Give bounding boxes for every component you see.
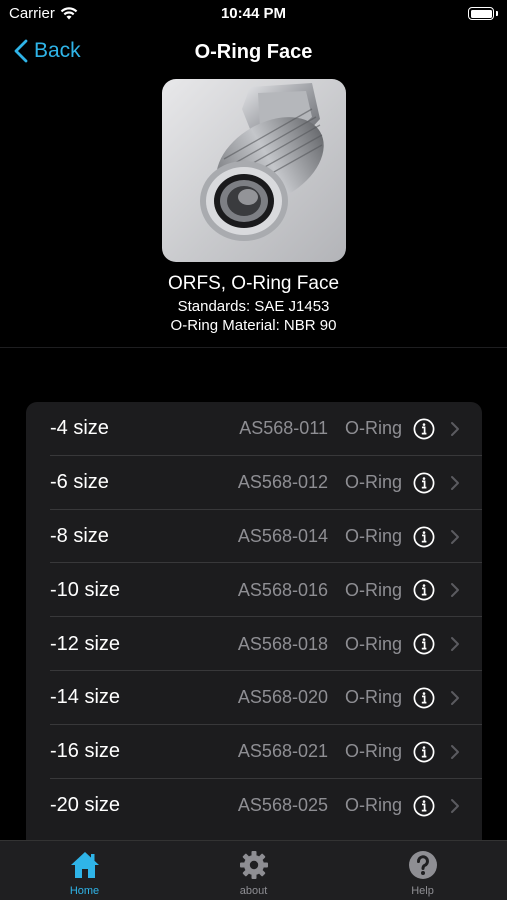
- battery-tip: [496, 11, 498, 16]
- tab-label: Home: [69, 885, 100, 897]
- size-row[interactable]: -6 size AS568-012 O-Ring: [26, 456, 482, 510]
- size-label: -14 size: [50, 686, 121, 709]
- part-type: O-Ring: [344, 741, 402, 762]
- size-row[interactable]: -20 size AS568-025 O-Ring: [26, 779, 482, 833]
- chevron-right-icon: [451, 529, 459, 544]
- part-type: O-Ring: [344, 525, 402, 546]
- size-label: -6 size: [50, 471, 109, 494]
- size-row[interactable]: -12 size AS568-018 O-Ring: [26, 617, 482, 671]
- size-label: -4 size: [50, 417, 109, 440]
- gear-icon: [239, 851, 268, 879]
- part-number: AS568-020: [237, 687, 328, 708]
- part-number: AS568-014: [237, 525, 328, 546]
- part-number: AS568-018: [237, 633, 328, 654]
- part-type: O-Ring: [344, 633, 402, 654]
- status-time: 10:44 PM: [220, 5, 287, 22]
- part-type: O-Ring: [344, 794, 402, 815]
- tab-bar: Home about Help: [0, 840, 507, 900]
- fitting-name: ORFS, O-Ring Face: [167, 273, 340, 294]
- info-icon[interactable]: [413, 741, 435, 763]
- chevron-right-icon: [451, 798, 459, 813]
- size-row[interactable]: -10 size AS568-016 O-Ring: [26, 563, 482, 617]
- part-number: AS568-012: [237, 472, 328, 493]
- info-icon[interactable]: [413, 418, 435, 440]
- part-number: AS568-016: [237, 579, 328, 600]
- size-row[interactable]: -16 size AS568-021 O-Ring: [26, 725, 482, 779]
- size-label: -10 size: [50, 578, 121, 601]
- info-icon[interactable]: [413, 687, 435, 709]
- size-label: -8 size: [50, 524, 109, 547]
- chevron-right-icon: [451, 583, 459, 598]
- chevron-right-icon: [451, 637, 459, 652]
- fitting-standards: Standards: SAE J1453: [177, 298, 330, 315]
- info-icon[interactable]: [413, 633, 435, 655]
- home-icon: [70, 852, 99, 878]
- chevron-right-icon: [451, 690, 459, 705]
- fitting-material: O-Ring Material: NBR 90: [170, 317, 337, 334]
- part-type: O-Ring: [344, 579, 402, 600]
- tab-label: about: [239, 885, 268, 897]
- battery-icon: [468, 7, 494, 20]
- chevron-right-icon: [451, 744, 459, 759]
- size-list: -4 size AS568-011 O-Ring -6 size AS568-0…: [26, 402, 482, 840]
- info-icon[interactable]: [413, 579, 435, 601]
- tab-home[interactable]: Home: [0, 841, 169, 900]
- chevron-right-icon: [451, 422, 459, 436]
- fitting-photo: [162, 79, 346, 262]
- navigation-bar: Back O-Ring Face: [0, 30, 507, 76]
- part-type: O-Ring: [344, 418, 402, 439]
- help-icon: [408, 851, 437, 879]
- part-number: AS568-011: [239, 418, 328, 439]
- divider: [0, 347, 507, 348]
- tab-help[interactable]: Help: [338, 841, 507, 900]
- info-icon[interactable]: [413, 795, 435, 817]
- tab-about[interactable]: about: [169, 841, 338, 900]
- size-row[interactable]: -4 size AS568-011 O-Ring: [26, 402, 482, 456]
- page-title: O-Ring Face: [194, 41, 313, 63]
- part-number: AS568-021: [237, 741, 328, 762]
- size-label: -16 size: [50, 740, 121, 763]
- info-icon[interactable]: [413, 472, 435, 494]
- part-type: O-Ring: [344, 472, 402, 493]
- chevron-right-icon: [451, 475, 459, 490]
- info-icon[interactable]: [413, 526, 435, 548]
- size-label: -12 size: [50, 632, 121, 655]
- size-label: -20 size: [50, 793, 121, 816]
- size-row[interactable]: -8 size AS568-014 O-Ring: [26, 510, 482, 564]
- part-type: O-Ring: [344, 687, 402, 708]
- tab-label: Help: [411, 885, 434, 897]
- part-number: AS568-025: [237, 794, 328, 815]
- size-row[interactable]: -14 size AS568-020 O-Ring: [26, 671, 482, 725]
- status-bar: Carrier 10:44 PM: [0, 0, 507, 30]
